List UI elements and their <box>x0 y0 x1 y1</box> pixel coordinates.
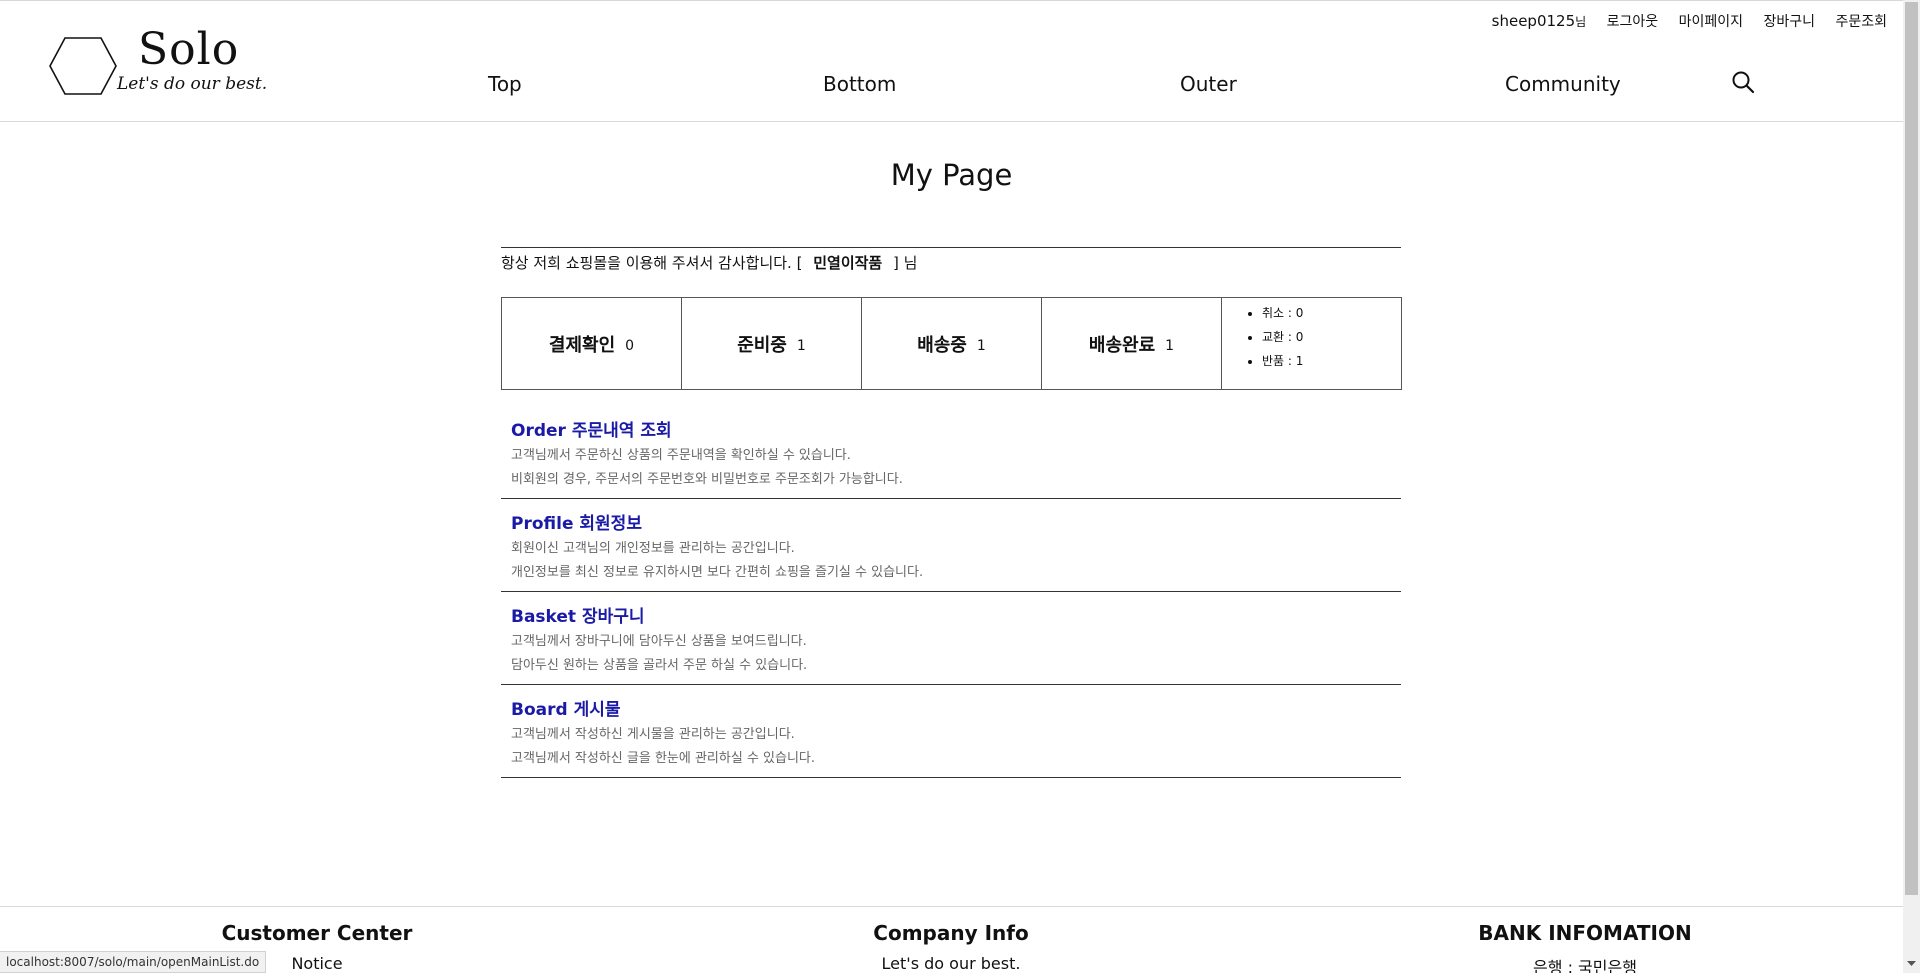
menu-desc: 회원이신 고객님의 개인정보를 관리하는 공간입니다. <box>511 541 795 556</box>
status-return: 반품 : 1 <box>1262 352 1401 376</box>
footer-company-info-title: Company Info <box>873 921 1029 945</box>
menu-basket: Basket 장바구니 고객님께서 장바구니에 담아두신 상품을 보여드립니다.… <box>501 591 1401 685</box>
menu-desc: 고객님께서 장바구니에 담아두신 상품을 보여드립니다. <box>511 634 807 649</box>
site-footer: Customer Center Notice Company Info Let'… <box>0 906 1903 973</box>
utility-menu: sheep0125님 로그아웃 마이페이지 장바구니 주문조회 <box>1492 11 1887 31</box>
status-shipping[interactable]: 배송중 1 <box>862 298 1042 389</box>
menu-board: Board 게시물 고객님께서 작성하신 게시물을 관리하는 공간입니다. 고객… <box>501 684 1401 778</box>
menu-order: Order 주문내역 조회 고객님께서 주문하신 상품의 주문내역을 확인하실 … <box>501 405 1401 499</box>
browser-status-url: localhost:8007/solo/main/openMainList.do <box>0 951 267 973</box>
menu-desc: 개인정보를 최신 정보로 유지하시면 보다 간편히 쇼핑을 즐기실 수 있습니다… <box>511 565 924 580</box>
hexagon-logo-icon <box>49 37 117 95</box>
nav-community[interactable]: Community <box>1505 72 1621 96</box>
cart-link[interactable]: 장바구니 <box>1763 14 1815 30</box>
menu-desc: 고객님께서 작성하신 게시물을 관리하는 공간입니다. <box>511 727 795 742</box>
status-label: 결제확인 <box>548 334 616 356</box>
site-header: Solo Let's do our best. sheep0125님 로그아웃 … <box>0 0 1903 122</box>
menu-board-link[interactable]: Board 게시물 <box>511 695 621 720</box>
menu-desc: 고객님께서 작성하신 글을 한눈에 관리하실 수 있습니다. <box>511 751 816 766</box>
status-count: 1 <box>976 337 986 354</box>
status-cancel: 취소 : 0 <box>1262 304 1401 328</box>
status-exchange: 교환 : 0 <box>1262 328 1401 352</box>
menu-desc: 고객님께서 주문하신 상품의 주문내역을 확인하실 수 있습니다. <box>511 448 851 463</box>
welcome-suffix: ] 님 <box>893 254 918 272</box>
status-count: 1 <box>796 337 806 354</box>
footer-bank-name: 은행 : 국민은행 <box>1533 958 1637 973</box>
footer-customer-center-title: Customer Center <box>221 921 413 945</box>
footer-company-slogan: Let's do our best. <box>881 954 1021 973</box>
status-delivered[interactable]: 배송완료 1 <box>1042 298 1222 389</box>
mypage-link[interactable]: 마이페이지 <box>1679 14 1743 30</box>
member-name: 민열이작품 <box>813 254 883 272</box>
logo-tagline: Let's do our best. <box>117 74 268 94</box>
menu-basket-link[interactable]: Basket 장바구니 <box>511 602 645 627</box>
welcome-message: 항상 저희 쇼핑몰을 이용해 주셔서 감사합니다. [ 민열이작품 ] 님 <box>501 252 917 273</box>
status-extra-list: 취소 : 0 교환 : 0 반품 : 1 <box>1222 298 1401 389</box>
order-lookup-link[interactable]: 주문조회 <box>1835 14 1887 30</box>
vertical-scrollbar[interactable] <box>1903 0 1920 973</box>
status-preparing[interactable]: 준비중 1 <box>682 298 862 389</box>
scrollbar-thumb[interactable] <box>1905 2 1918 895</box>
scroll-down-arrow-icon[interactable] <box>1903 955 1920 972</box>
status-label: 준비중 <box>737 334 787 356</box>
menu-profile: Profile 회원정보 회원이신 고객님의 개인정보를 관리하는 공간입니다.… <box>501 498 1401 592</box>
status-count: 1 <box>1165 337 1175 354</box>
nav-top[interactable]: Top <box>488 72 522 96</box>
status-label: 배송완료 <box>1088 334 1156 356</box>
menu-desc: 비회원의 경우, 주문서의 주문번호와 비밀번호로 주문조회가 가능합니다. <box>511 472 903 487</box>
site-logo[interactable]: Solo Let's do our best. <box>48 18 298 98</box>
nav-outer[interactable]: Outer <box>1180 72 1237 96</box>
search-icon[interactable] <box>1731 70 1755 94</box>
footer-bank-title: BANK INFOMATION <box>1478 921 1692 945</box>
menu-profile-link[interactable]: Profile 회원정보 <box>511 509 642 534</box>
order-status-table: 결제확인 0 준비중 1 배송중 1 배송완료 1 취소 : 0 교환 : 0 … <box>501 297 1402 390</box>
menu-order-link[interactable]: Order 주문내역 조회 <box>511 416 672 441</box>
menu-desc: 담아두신 원하는 상품을 골라서 주문 하실 수 있습니다. <box>511 658 808 673</box>
user-id: sheep0125 <box>1491 12 1576 30</box>
status-payment-confirmed[interactable]: 결제확인 0 <box>502 298 682 389</box>
user-suffix: 님 <box>1575 15 1587 29</box>
status-label: 배송중 <box>917 334 967 356</box>
page-viewport: Solo Let's do our best. sheep0125님 로그아웃 … <box>0 0 1903 973</box>
logout-link[interactable]: 로그아웃 <box>1607 14 1659 30</box>
nav-bottom[interactable]: Bottom <box>823 72 896 96</box>
logo-title: Solo <box>138 24 240 75</box>
welcome-prefix: 항상 저희 쇼핑몰을 이용해 주셔서 감사합니다. [ <box>501 254 803 272</box>
page-title: My Page <box>890 158 1013 192</box>
divider <box>501 247 1401 248</box>
status-count: 0 <box>625 337 635 354</box>
